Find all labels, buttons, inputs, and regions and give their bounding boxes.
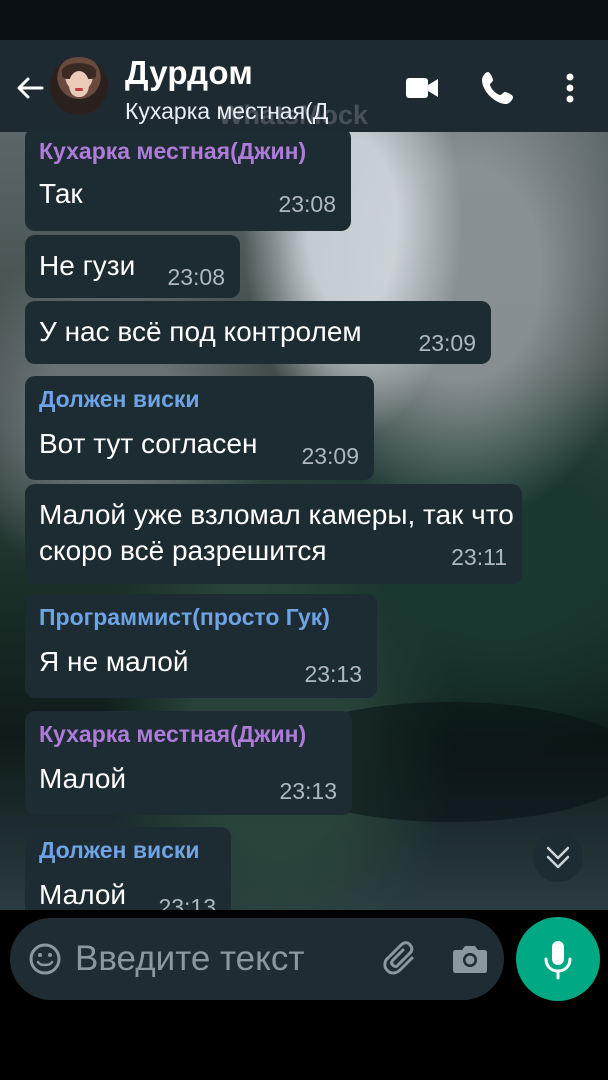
message-text: Малой [39, 879, 127, 910]
message-sender: Кухарка местная(Джин) [39, 721, 307, 747]
scroll-down-button[interactable] [533, 832, 583, 882]
message-bubble[interactable]: Кухарка местная(Джин) Малой 23:13 [25, 711, 352, 815]
message-bubble[interactable]: Должен виски Малой 23:13 [25, 827, 231, 910]
message-time: 23:11 [451, 544, 507, 570]
message-sender: Кухарка местная(Джин) [39, 138, 307, 164]
message-time: 23:13 [304, 661, 362, 687]
message-text: Малой уже взломал камеры, так что скоро … [39, 499, 514, 566]
group-avatar[interactable] [50, 57, 108, 115]
message-input[interactable]: Введите текст [75, 939, 304, 979]
navigation-bar [0, 1008, 608, 1080]
message-text: Я не малой [39, 646, 189, 677]
message-time: 23:13 [158, 894, 216, 910]
message-sender: Должен виски [39, 837, 200, 863]
message-bubble[interactable]: Малой уже взломал камеры, так что скоро … [25, 484, 522, 584]
message-sender: Программист(просто Гук) [39, 604, 330, 630]
message-time: 23:13 [279, 778, 337, 804]
voice-message-button[interactable] [516, 917, 600, 1001]
message-text: Так [39, 178, 83, 209]
message-composer[interactable]: Введите текст [10, 918, 504, 1000]
message-text: Вот тут согласен [39, 428, 258, 459]
message-bubble[interactable]: Должен виски Вот тут согласен 23:09 [25, 376, 374, 480]
message-bubble[interactable]: Не гузи 23:08 [25, 235, 240, 298]
status-bar [0, 0, 608, 40]
message-text: Малой [39, 763, 127, 794]
message-time: 23:08 [278, 191, 336, 217]
more-vertical-icon[interactable] [552, 68, 588, 108]
chat-header: Дурдом Кухарка местная(Д WhatsMock [0, 40, 608, 132]
phone-icon[interactable] [478, 68, 518, 108]
message-sender: Должен виски [39, 386, 200, 412]
emoji-icon[interactable] [28, 942, 62, 976]
message-time: 23:08 [167, 264, 225, 290]
double-chevron-down-icon [546, 846, 570, 869]
paperclip-icon[interactable] [382, 939, 422, 979]
message-bubble[interactable]: Кухарка местная(Джин) Так 23:08 [25, 132, 351, 231]
video-camera-icon[interactable] [402, 68, 442, 108]
message-list[interactable]: Кухарка местная(Джин) Так 23:08 Не гузи … [0, 132, 608, 910]
microphone-icon [544, 941, 572, 980]
watermark: WhatsMock [218, 100, 369, 130]
message-time: 23:09 [301, 443, 359, 469]
message-bubble[interactable]: У нас всё под контролем 23:09 [25, 301, 491, 364]
message-text: У нас всё под контролем [39, 316, 362, 347]
back-arrow-icon[interactable] [14, 72, 46, 104]
camera-icon[interactable] [450, 940, 490, 978]
chat-title[interactable]: Дурдом [125, 54, 253, 92]
message-time: 23:09 [418, 330, 476, 356]
message-text: Не гузи [39, 250, 136, 281]
message-bubble[interactable]: Программист(просто Гук) Я не малой 23:13 [25, 594, 377, 698]
